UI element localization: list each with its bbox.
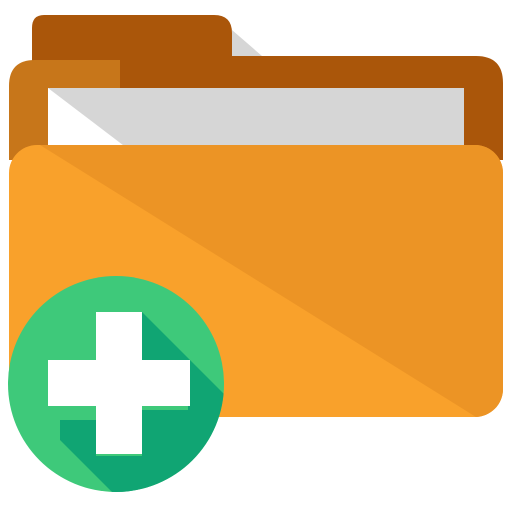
add-folder-graphic: [8, 15, 503, 492]
add-folder-icon: [0, 0, 512, 512]
